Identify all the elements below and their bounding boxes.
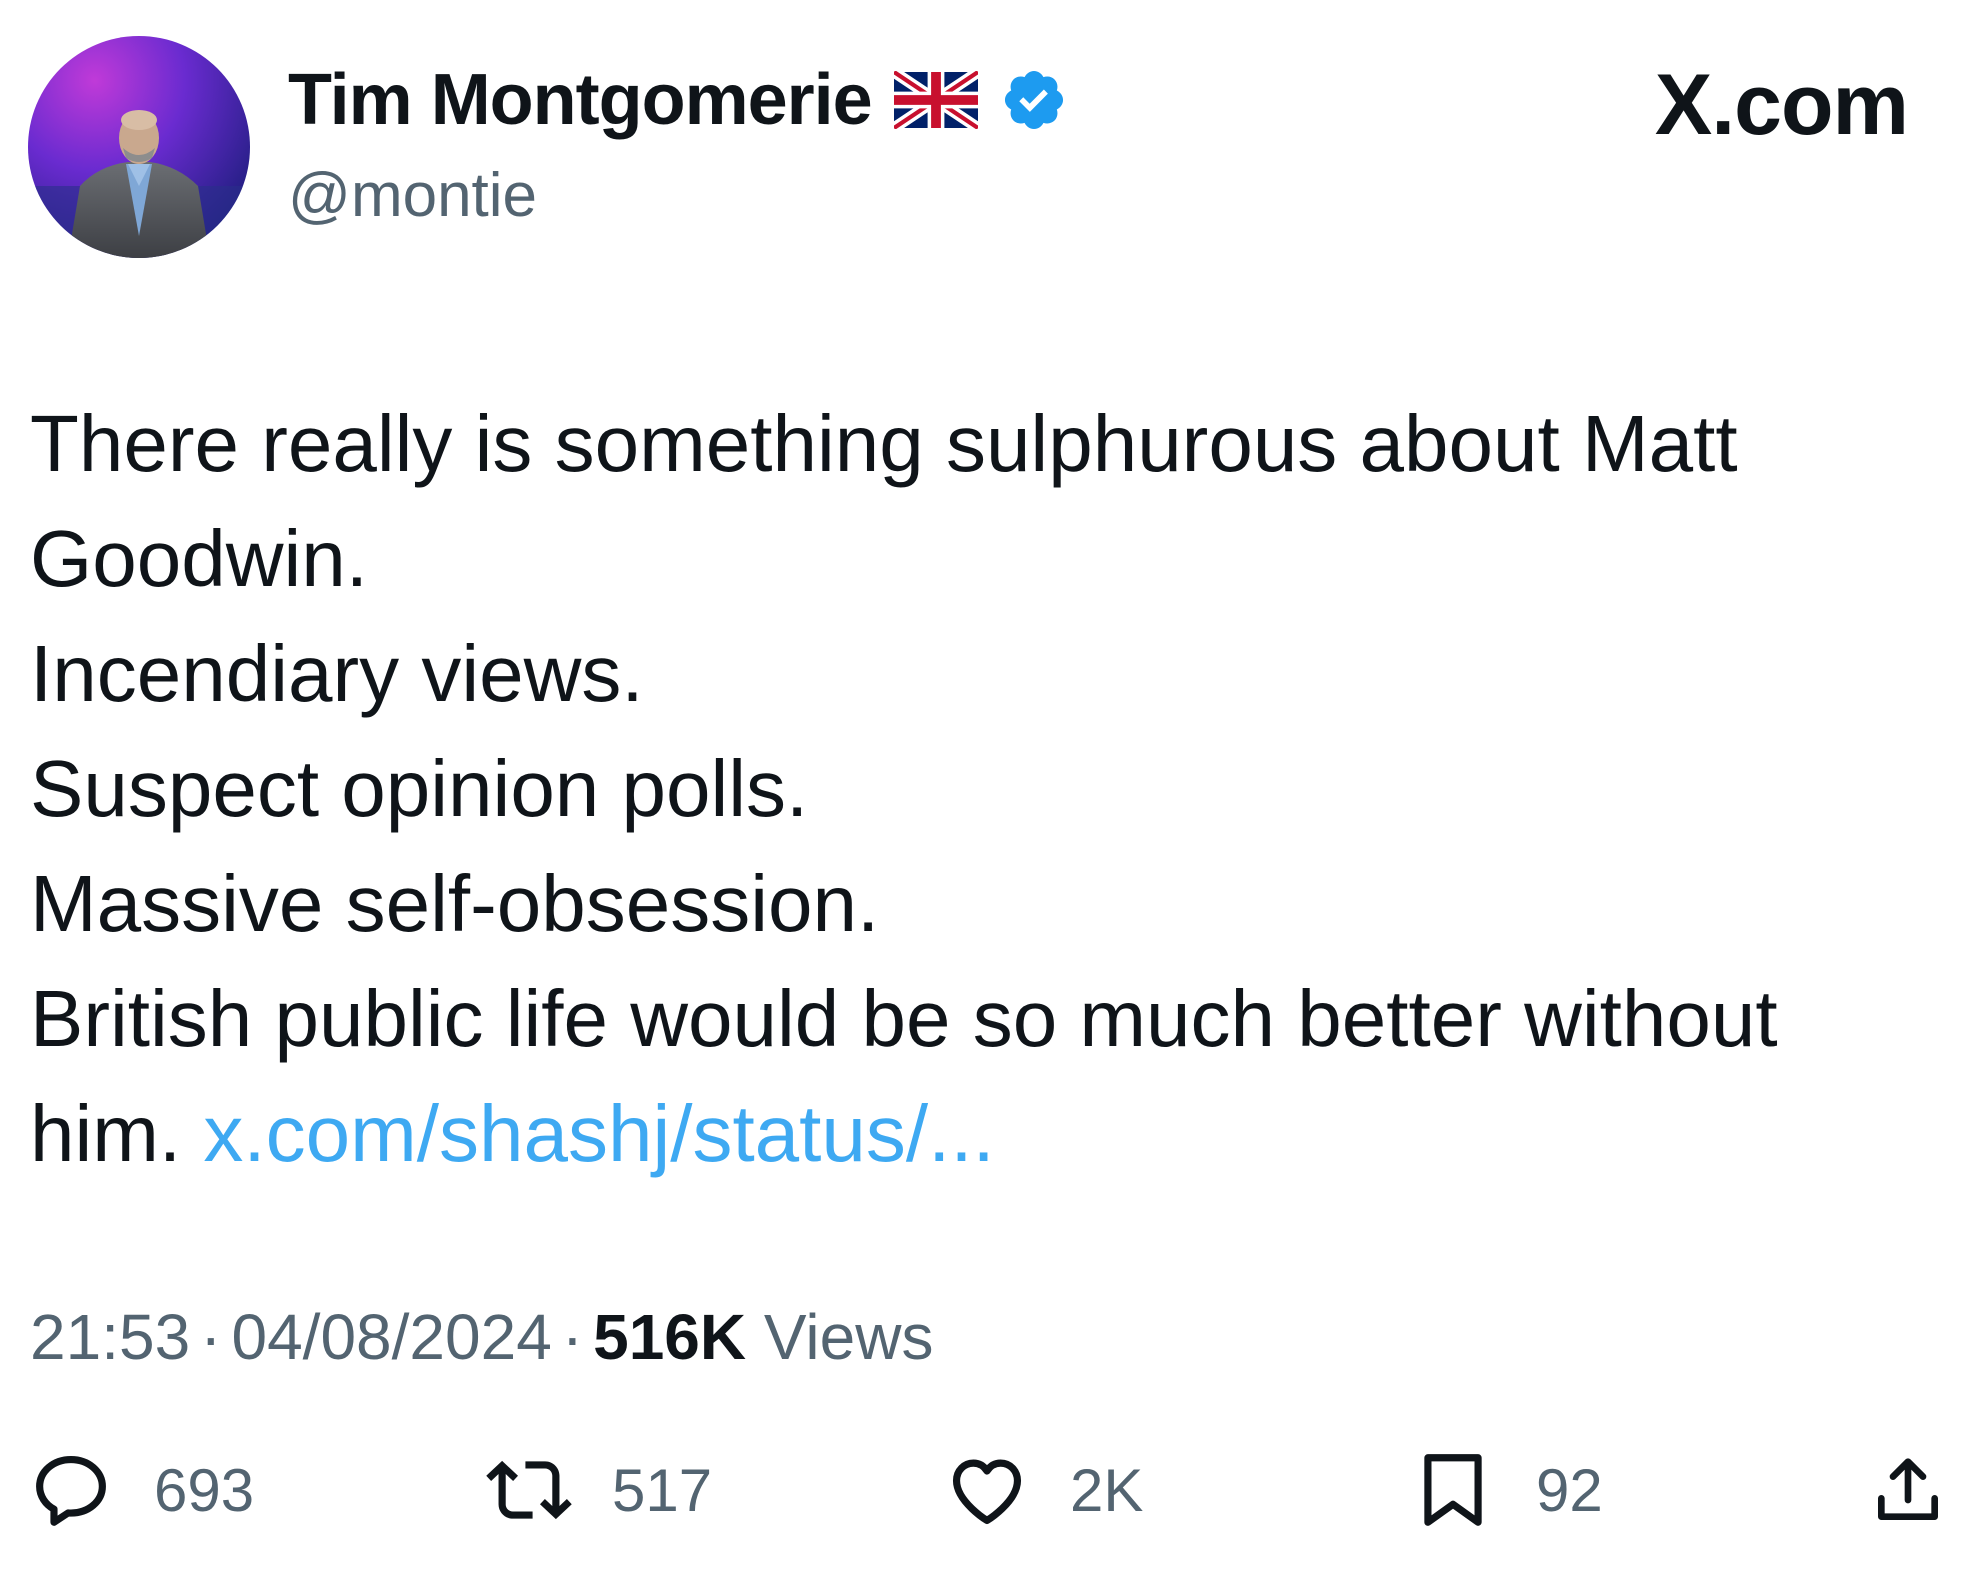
tweet-text: There really is something sulphurous abo… — [30, 386, 1930, 1191]
meta-separator: · — [561, 1301, 584, 1373]
tweet-text-line: Incendiary views. — [30, 629, 644, 718]
bookmark-icon — [1424, 1454, 1482, 1526]
heart-icon — [952, 1459, 1022, 1525]
avatar-image — [28, 36, 250, 258]
tweet-text-tail: him. — [30, 1089, 182, 1178]
action-bar: 693 517 2K 92 — [0, 1440, 1974, 1540]
bookmark-button[interactable]: 92 — [1410, 1440, 1603, 1540]
tweet-meta: 21:53 · 04/08/2024 · 516K Views — [30, 1300, 933, 1374]
tweet-card: Tim Montgomerie @montie X.com There real… — [0, 0, 1974, 1592]
tweet-time[interactable]: 21:53 — [30, 1301, 190, 1373]
tweet-text-line: Suspect opinion polls. — [30, 744, 809, 833]
tweet-text-line: Goodwin. — [30, 514, 368, 603]
reply-count: 693 — [154, 1456, 255, 1524]
author-name-row[interactable]: Tim Montgomerie — [288, 60, 1068, 140]
repost-button[interactable]: 517 — [486, 1440, 712, 1540]
share-icon — [1878, 1458, 1938, 1520]
views-count: 516K — [593, 1301, 747, 1373]
avatar[interactable] — [28, 36, 250, 258]
tweet-text-line: There really is something sulphurous abo… — [30, 399, 1738, 488]
x-com-logo: X.com — [1654, 57, 1909, 153]
repost-icon — [486, 1460, 572, 1520]
author-handle[interactable]: @montie — [288, 160, 537, 231]
verified-badge-icon[interactable] — [1000, 66, 1068, 134]
reply-button[interactable]: 693 — [28, 1440, 254, 1540]
share-button[interactable] — [1868, 1440, 1948, 1540]
tweet-text-line-last: him. x.com/shashj/status/... — [30, 1076, 1930, 1191]
like-button[interactable]: 2K — [944, 1440, 1143, 1540]
meta-separator: · — [200, 1301, 222, 1373]
tweet-text-line: Massive self-obsession. — [30, 859, 880, 948]
views-label: Views — [763, 1301, 934, 1373]
repost-count: 517 — [612, 1456, 713, 1524]
tweet-text-line: British public life would be so much bet… — [30, 974, 1778, 1063]
uk-flag-icon — [893, 71, 978, 129]
bookmark-count: 92 — [1536, 1456, 1603, 1524]
reply-icon — [36, 1455, 106, 1526]
author-display-name[interactable]: Tim Montgomerie — [288, 59, 873, 141]
tweet-link[interactable]: x.com/shashj/status/... — [203, 1089, 994, 1178]
tweet-date[interactable]: 04/08/2024 — [231, 1301, 551, 1373]
like-count: 2K — [1070, 1456, 1144, 1524]
